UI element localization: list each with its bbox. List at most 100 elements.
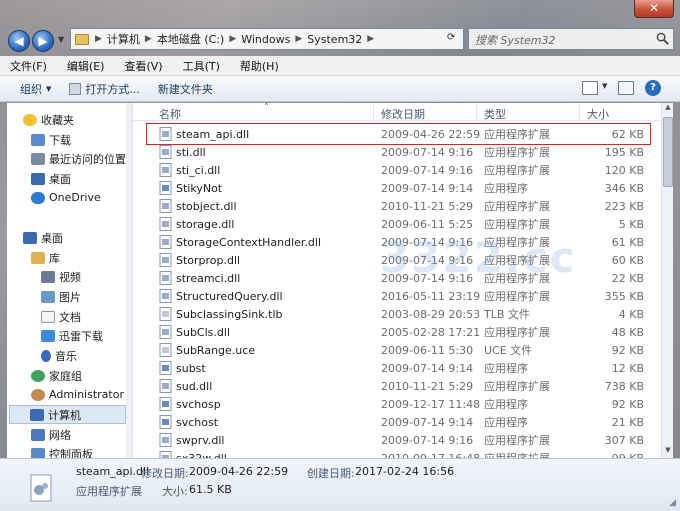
file-row[interactable]: stobject.dll 2010-11-21 5:29 应用程序扩展 223 KB [133,197,670,215]
file-name: streamci.dll [176,271,241,285]
file-date: 2009-06-11 5:25 [381,217,474,231]
file-name: Storprop.dll [176,253,241,267]
breadcrumb-system32[interactable]: System32 [307,33,362,46]
nav-pictures[interactable]: 图片 [41,287,81,306]
file-row[interactable]: svchosp 2009-12-17 11:48 应用程序 92 KB [133,395,670,413]
watermark-logo: 3322.cc [380,233,577,282]
file-row[interactable]: storage.dll 2009-06-11 5:25 应用程序扩展 5 KB [133,215,670,233]
menu-bar: 文件(F) 编辑(E) 查看(V) 工具(T) 帮助(H) [0,56,680,76]
breadcrumb-windows[interactable]: Windows [241,33,290,46]
refresh-icon[interactable]: ⟳ [447,32,461,46]
column-name[interactable]: 名称 [159,106,181,122]
file-size: 60 KB [611,253,644,267]
file-size: 346 KB [604,181,644,195]
nav-network[interactable]: 网络 [31,425,71,444]
menu-view[interactable]: 查看(V) [124,58,162,74]
file-row[interactable]: subst 2009-07-14 9:14 应用程序 12 KB [133,359,670,377]
nav-onedrive[interactable]: OneDrive [31,188,101,207]
music-icon [41,349,51,362]
file-date: 2009-07-14 9:16 [381,433,474,447]
file-row[interactable]: swprv.dll 2009-07-14 9:16 应用程序扩展 307 KB [133,431,670,449]
file-type: 应用程序 [484,398,528,411]
file-row[interactable]: sti.dll 2009-07-14 9:16 应用程序扩展 195 KB [133,143,670,161]
file-name: StructuredQuery.dll [176,289,283,303]
view-options-icon[interactable] [582,81,598,95]
file-name: storage.dll [176,217,235,231]
nav-documents[interactable]: 文档 [41,307,81,326]
nav-computer[interactable]: 计算机 [9,405,126,424]
toolbar: 组织 ▼ 打开方式... 新建文件夹 [0,76,680,102]
file-row[interactable]: SubCls.dll 2005-02-28 17:21 应用程序扩展 48 KB [133,323,670,341]
menu-tools[interactable]: 工具(T) [183,58,220,74]
file-row[interactable]: SubRange.uce 2009-06-11 5:30 UCE 文件 92 KB [133,341,670,359]
nav-xunlei[interactable]: 迅雷下载 [41,326,103,345]
open-with-icon [69,82,82,95]
star-icon [23,113,37,126]
size-value: 61.5 KB [189,483,232,496]
resize-grip-icon[interactable]: ◢ [669,498,676,508]
nav-recent-places[interactable]: 最近访问的位置 [31,149,126,168]
file-name: StorageContextHandler.dll [176,235,322,249]
file-row[interactable]: svchost 2009-07-14 9:14 应用程序 21 KB [133,413,670,431]
file-icon [159,145,172,159]
file-icon [159,325,172,339]
column-type[interactable]: 类型 [484,106,506,122]
file-name: swprv.dll [176,433,225,447]
menu-edit[interactable]: 编辑(E) [67,58,105,74]
nav-favorites[interactable]: 收藏夹 [23,110,74,129]
nav-music[interactable]: 音乐 [41,346,77,365]
breadcrumb-drive-c[interactable]: 本地磁盘 (C:) [157,31,224,47]
homegroup-icon [31,369,45,382]
column-date[interactable]: 修改日期 [381,106,425,122]
nav-desktop[interactable]: 桌面 [23,228,63,247]
column-size[interactable]: 大小 [587,106,609,122]
close-button[interactable]: ✕ [634,0,674,18]
nav-administrator[interactable]: Administrator [31,385,124,404]
file-type: 应用程序 [484,416,528,429]
explorer-window: ✕ ◀ ▶ ▼ ▶ 计算机 ▶ 本地磁盘 (C:) ▶ Windows ▶ Sy… [0,0,680,511]
file-date: 2009-06-11 5:30 [381,343,474,357]
file-icon [159,289,172,303]
open-with-button[interactable]: 打开方式... [69,81,140,97]
file-icon [159,253,172,267]
file-row[interactable]: StructuredQuery.dll 2016-05-11 23:19 应用程序扩… [133,287,670,305]
scroll-up-icon[interactable]: ▲ [662,103,674,115]
breadcrumb-computer[interactable]: 计算机 [107,31,140,47]
library-icon [31,251,45,264]
menu-file[interactable]: 文件(F) [10,58,47,74]
back-button[interactable]: ◀ [8,30,30,52]
file-icon [159,235,172,249]
new-folder-button[interactable]: 新建文件夹 [158,81,213,97]
file-size: 92 KB [611,397,644,411]
preview-pane-icon[interactable] [618,81,634,95]
file-row[interactable]: StikyNot 2009-07-14 9:14 应用程序 346 KB [133,179,670,197]
nav-videos[interactable]: 视频 [41,267,81,286]
menu-help[interactable]: 帮助(H) [240,58,279,74]
nav-desktop-fav[interactable]: 桌面 [31,169,71,188]
nav-homegroup[interactable]: 家庭组 [31,366,82,385]
nav-control-panel[interactable]: 控制面板 [31,444,93,458]
nav-library[interactable]: 库 [31,248,60,267]
file-type: UCE 文件 [484,344,533,357]
file-row[interactable]: sud.dll 2010-11-21 5:29 应用程序扩展 738 KB [133,377,670,395]
file-row[interactable]: sti_ci.dll 2009-07-14 9:16 应用程序扩展 120 KB [133,161,670,179]
file-row[interactable]: sx32w.dll2010-09-17 16:48应用程序扩展99 KB [133,449,670,458]
nav-downloads[interactable]: 下载 [31,130,71,149]
organize-button[interactable]: 组织 ▼ [20,81,51,97]
file-date: 2009-07-14 9:16 [381,145,474,159]
address-bar[interactable]: ▶ 计算机 ▶ 本地磁盘 (C:) ▶ Windows ▶ System32 ▶… [70,28,464,50]
scroll-thumb[interactable] [663,117,673,187]
help-icon[interactable]: ? [645,80,661,96]
scroll-down-icon[interactable]: ▼ [662,446,674,458]
view-options-dropdown[interactable]: ▼ [602,82,607,90]
file-list-scrollbar[interactable]: ▲ ▼ [661,103,673,458]
search-input[interactable]: 搜索 System32 [468,28,674,50]
file-name: SubRange.uce [176,343,256,357]
recent-pages-dropdown[interactable]: ▼ [58,35,68,47]
file-date: 2009-07-14 9:16 [381,163,474,177]
type-value: 应用程序扩展 [76,485,142,498]
search-icon[interactable] [656,32,669,45]
file-type: 应用程序扩展 [484,450,550,458]
forward-button[interactable]: ▶ [32,30,54,52]
file-row[interactable]: SubclassingSink.tlb 2003-08-29 20:53 TLB 文… [133,305,670,323]
